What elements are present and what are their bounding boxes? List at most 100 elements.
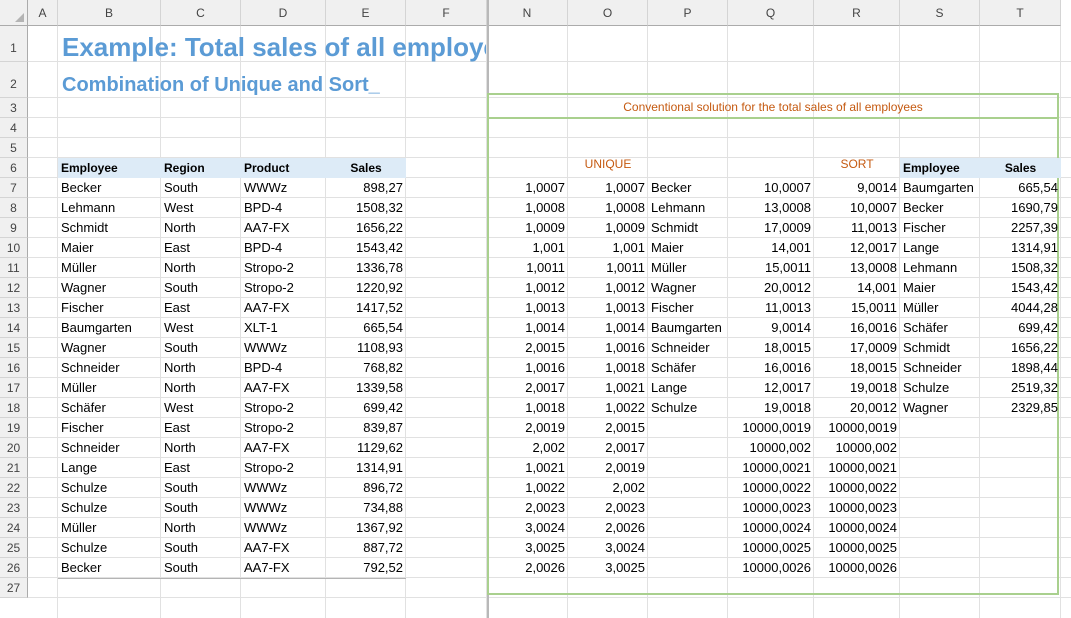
row-header-16[interactable]: 16: [0, 358, 28, 378]
unique-cell-o[interactable]: 1,0018: [568, 358, 648, 378]
helper-cell-n[interactable]: 1,0022: [487, 478, 568, 498]
unique-cell-o[interactable]: 1,0021: [568, 378, 648, 398]
source-cell[interactable]: West: [161, 318, 241, 338]
column-header-b[interactable]: B: [58, 0, 161, 26]
unique-cell-o[interactable]: 1,0014: [568, 318, 648, 338]
row-header-14[interactable]: 14: [0, 318, 28, 338]
unique-cell-o[interactable]: 1,0011: [568, 258, 648, 278]
row-header-13[interactable]: 13: [0, 298, 28, 318]
column-header-t[interactable]: T: [980, 0, 1061, 26]
source-cell[interactable]: 699,42: [326, 398, 406, 418]
helper-cell-n[interactable]: 1,0021: [487, 458, 568, 478]
source-cell[interactable]: South: [161, 558, 241, 578]
sorted-cell-r[interactable]: 10000,0022: [814, 478, 900, 498]
source-cell[interactable]: 1656,22: [326, 218, 406, 238]
row-header-10[interactable]: 10: [0, 238, 28, 258]
unique-cell-o[interactable]: 1,0009: [568, 218, 648, 238]
source-cell[interactable]: 1336,78: [326, 258, 406, 278]
source-cell[interactable]: East: [161, 418, 241, 438]
source-cell[interactable]: Becker: [58, 558, 161, 578]
source-cell[interactable]: AA7-FX: [241, 378, 326, 398]
result-sales-cell[interactable]: 1656,22: [980, 338, 1061, 358]
sorted-cell-r[interactable]: 19,0018: [814, 378, 900, 398]
unique-name-cell-p[interactable]: Schäfer: [648, 358, 728, 378]
row-header-6[interactable]: 6: [0, 158, 28, 178]
sort-key-cell-q[interactable]: 14,001: [728, 238, 814, 258]
source-cell[interactable]: East: [161, 458, 241, 478]
unique-name-cell-p[interactable]: Lehmann: [648, 198, 728, 218]
result-employee-cell[interactable]: Müller: [900, 298, 980, 318]
sheet-subtitle[interactable]: Combination of Unique and Sort_: [62, 73, 486, 97]
result-sales-cell[interactable]: 1543,42: [980, 278, 1061, 298]
source-cell[interactable]: 839,87: [326, 418, 406, 438]
sort-key-cell-q[interactable]: 10000,002: [728, 438, 814, 458]
source-cell[interactable]: 768,82: [326, 358, 406, 378]
helper-cell-n[interactable]: 2,0019: [487, 418, 568, 438]
row-header-27[interactable]: 27: [0, 578, 28, 598]
result-sales-cell[interactable]: 4044,28: [980, 298, 1061, 318]
result-sales-cell[interactable]: 2257,39: [980, 218, 1061, 238]
source-cell[interactable]: North: [161, 218, 241, 238]
result-sales-cell[interactable]: 665,54: [980, 178, 1061, 198]
source-cell[interactable]: Wagner: [58, 338, 161, 358]
source-cell[interactable]: WWWz: [241, 178, 326, 198]
column-header-c[interactable]: C: [161, 0, 241, 26]
row-header-17[interactable]: 17: [0, 378, 28, 398]
source-cell[interactable]: Becker: [58, 178, 161, 198]
source-cell[interactable]: Fischer: [58, 298, 161, 318]
result-sales-cell[interactable]: 2329,85: [980, 398, 1061, 418]
source-cell[interactable]: Stropo-2: [241, 258, 326, 278]
source-header-b[interactable]: Employee: [58, 158, 161, 178]
select-all-corner[interactable]: [0, 0, 28, 26]
helper-cell-n[interactable]: 1,0013: [487, 298, 568, 318]
unique-cell-o[interactable]: 3,0024: [568, 538, 648, 558]
helper-cell-n[interactable]: 1,0011: [487, 258, 568, 278]
source-cell[interactable]: 1129,62: [326, 438, 406, 458]
source-cell[interactable]: 792,52: [326, 558, 406, 578]
helper-cell-n[interactable]: 1,001: [487, 238, 568, 258]
sort-key-cell-q[interactable]: 19,0018: [728, 398, 814, 418]
column-header-f[interactable]: F: [406, 0, 487, 26]
source-cell[interactable]: 734,88: [326, 498, 406, 518]
row-header-3[interactable]: 3: [0, 98, 28, 118]
row-header-24[interactable]: 24: [0, 518, 28, 538]
unique-cell-o[interactable]: 2,0019: [568, 458, 648, 478]
unique-name-cell-p[interactable]: Schneider: [648, 338, 728, 358]
source-cell[interactable]: 1367,92: [326, 518, 406, 538]
sorted-cell-r[interactable]: 14,001: [814, 278, 900, 298]
result-employee-cell[interactable]: Schäfer: [900, 318, 980, 338]
source-cell[interactable]: East: [161, 238, 241, 258]
source-cell[interactable]: Schulze: [58, 478, 161, 498]
unique-cell-o[interactable]: 1,0012: [568, 278, 648, 298]
source-cell[interactable]: Stropo-2: [241, 278, 326, 298]
source-cell[interactable]: 1543,42: [326, 238, 406, 258]
sorted-cell-r[interactable]: 10,0007: [814, 198, 900, 218]
row-header-1[interactable]: 1: [0, 26, 28, 62]
source-cell[interactable]: Wagner: [58, 278, 161, 298]
helper-cell-n[interactable]: 2,0015: [487, 338, 568, 358]
helper-cell-n[interactable]: 1,0008: [487, 198, 568, 218]
source-cell[interactable]: BPD-4: [241, 238, 326, 258]
row-header-19[interactable]: 19: [0, 418, 28, 438]
helper-cell-n[interactable]: 1,0009: [487, 218, 568, 238]
result-sales-cell[interactable]: 1314,91: [980, 238, 1061, 258]
sorted-cell-r[interactable]: 10000,0025: [814, 538, 900, 558]
sorted-cell-r[interactable]: 12,0017: [814, 238, 900, 258]
source-cell[interactable]: AA7-FX: [241, 218, 326, 238]
column-header-n[interactable]: N: [487, 0, 568, 26]
source-cell[interactable]: South: [161, 278, 241, 298]
unique-name-cell-p[interactable]: Müller: [648, 258, 728, 278]
result-employee-cell[interactable]: Baumgarten: [900, 178, 980, 198]
source-cell[interactable]: Schulze: [58, 498, 161, 518]
sort-key-cell-q[interactable]: 10000,0025: [728, 538, 814, 558]
source-cell[interactable]: Müller: [58, 258, 161, 278]
source-cell[interactable]: Schmidt: [58, 218, 161, 238]
sorted-cell-r[interactable]: 10000,0023: [814, 498, 900, 518]
source-cell[interactable]: Stropo-2: [241, 398, 326, 418]
helper-cell-n[interactable]: 1,0012: [487, 278, 568, 298]
source-cell[interactable]: 1220,92: [326, 278, 406, 298]
row-header-18[interactable]: 18: [0, 398, 28, 418]
source-cell[interactable]: WWWz: [241, 478, 326, 498]
source-cell[interactable]: Schäfer: [58, 398, 161, 418]
result-employee-cell[interactable]: Lange: [900, 238, 980, 258]
